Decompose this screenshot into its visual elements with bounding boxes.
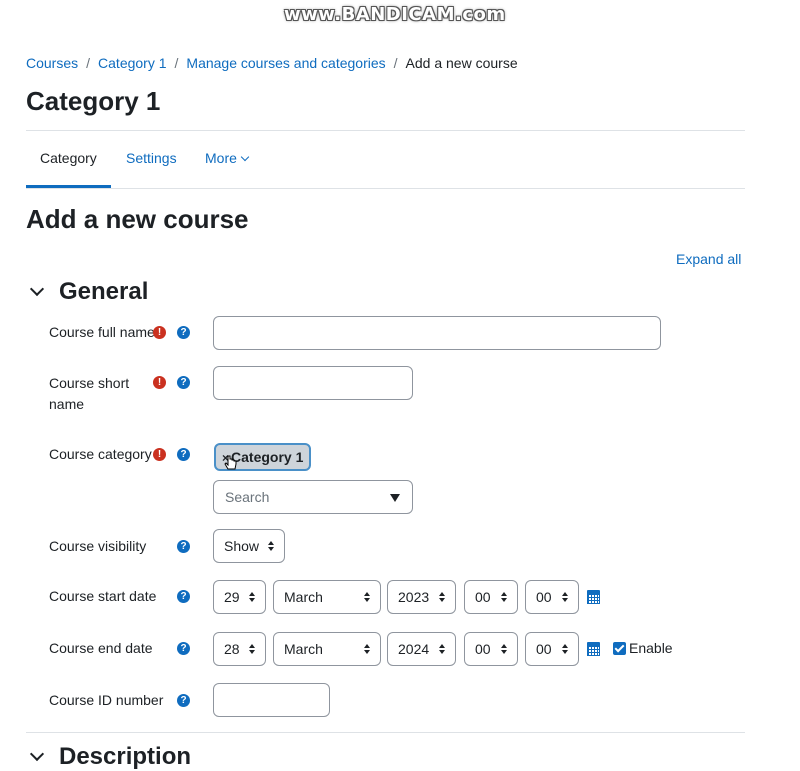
end-minute-select[interactable]: 00	[525, 632, 579, 666]
help-icon[interactable]: ?	[177, 326, 190, 339]
select-arrows-icon	[249, 644, 255, 654]
select-arrows-icon	[364, 592, 370, 602]
visibility-value: Show	[224, 538, 260, 554]
short-name-label-line2: name	[49, 396, 85, 412]
tab-more-label: More	[205, 150, 237, 166]
page-title: Category 1	[26, 86, 161, 116]
help-icon[interactable]: ?	[177, 540, 190, 553]
section-description-header[interactable]: Description	[29, 743, 192, 771]
start-date-label: Course start date	[49, 588, 157, 604]
expand-all-link[interactable]: Expand all	[676, 251, 741, 267]
chevron-down-icon	[240, 152, 250, 162]
breadcrumb-manage[interactable]: Manage courses and categories	[186, 55, 385, 71]
start-year-value: 2023	[398, 589, 430, 605]
select-arrows-icon	[364, 644, 370, 654]
watermark: www.BANDICAM.com	[284, 4, 506, 25]
calendar-icon[interactable]	[587, 641, 600, 656]
required-icon: !	[153, 376, 166, 389]
category-label: Course category	[49, 446, 152, 462]
section-general-header[interactable]: General	[29, 278, 149, 306]
breadcrumb-courses[interactable]: Courses	[26, 55, 78, 71]
chevron-down-icon[interactable]	[29, 281, 45, 297]
select-arrows-icon	[562, 592, 568, 602]
calendar-icon[interactable]	[587, 589, 600, 604]
end-day-value: 28	[224, 641, 240, 657]
dropdown-arrow-icon	[390, 494, 400, 502]
help-icon[interactable]: ?	[177, 590, 190, 603]
full-name-input[interactable]	[213, 316, 661, 350]
end-minute-value: 00	[536, 641, 552, 657]
select-arrows-icon	[439, 592, 445, 602]
chip-label: Category 1	[231, 449, 304, 465]
short-name-label-line1: Course short	[49, 375, 130, 391]
secondary-navigation: Category Settings More	[26, 130, 745, 189]
section-general-title: General	[59, 278, 149, 305]
tab-category-label: Category	[40, 150, 97, 166]
select-arrows-icon	[268, 541, 274, 551]
chevron-down-icon[interactable]	[29, 746, 45, 762]
start-month-value: March	[284, 589, 323, 605]
end-year-select[interactable]: 2024	[387, 632, 456, 666]
breadcrumb-separator: /	[393, 55, 398, 71]
select-arrows-icon	[439, 644, 445, 654]
start-minute-value: 00	[536, 589, 552, 605]
breadcrumb-separator: /	[86, 55, 91, 71]
select-arrows-icon	[249, 592, 255, 602]
enable-label: Enable	[629, 640, 673, 656]
help-icon[interactable]: ?	[177, 694, 190, 707]
tab-settings-label: Settings	[126, 150, 177, 166]
category-search-select[interactable]: Search	[213, 480, 413, 514]
tab-category[interactable]: Category	[26, 131, 111, 188]
help-icon[interactable]: ?	[177, 376, 190, 389]
full-name-label: Course full name	[49, 324, 155, 340]
end-day-select[interactable]: 28	[213, 632, 266, 666]
end-date-label: Course end date	[49, 640, 153, 656]
end-date-enable-checkbox[interactable]	[613, 642, 626, 655]
visibility-label: Course visibility	[49, 538, 147, 554]
search-placeholder: Search	[225, 489, 270, 505]
select-arrows-icon	[562, 644, 568, 654]
breadcrumb-separator: /	[174, 55, 179, 71]
start-day-value: 29	[224, 589, 240, 605]
end-hour-value: 00	[475, 641, 491, 657]
tab-settings[interactable]: Settings	[126, 131, 177, 187]
id-number-input[interactable]	[213, 683, 330, 717]
short-name-input[interactable]	[213, 366, 413, 400]
id-number-label: Course ID number	[49, 692, 164, 708]
start-year-select[interactable]: 2023	[387, 580, 456, 614]
section-description-title: Description	[59, 743, 192, 770]
help-icon[interactable]: ?	[177, 642, 190, 655]
end-month-value: March	[284, 641, 323, 657]
required-icon: !	[153, 326, 166, 339]
start-hour-value: 00	[475, 589, 491, 605]
visibility-select[interactable]: Show	[213, 529, 285, 563]
end-month-select[interactable]: March	[273, 632, 381, 666]
start-day-select[interactable]: 29	[213, 580, 266, 614]
breadcrumb: Courses / Category 1 / Manage courses an…	[26, 55, 518, 71]
start-minute-select[interactable]: 00	[525, 580, 579, 614]
section-divider	[26, 732, 745, 733]
help-icon[interactable]: ?	[177, 448, 190, 461]
select-arrows-icon	[501, 644, 507, 654]
breadcrumb-category[interactable]: Category 1	[98, 55, 166, 71]
tab-more[interactable]: More	[205, 131, 250, 187]
required-icon: !	[153, 448, 166, 461]
end-hour-select[interactable]: 00	[464, 632, 518, 666]
start-month-select[interactable]: March	[273, 580, 381, 614]
end-year-value: 2024	[398, 641, 430, 657]
form-title: Add a new course	[26, 204, 249, 234]
select-arrows-icon	[501, 592, 507, 602]
start-hour-select[interactable]: 00	[464, 580, 518, 614]
breadcrumb-current: Add a new course	[405, 55, 518, 71]
